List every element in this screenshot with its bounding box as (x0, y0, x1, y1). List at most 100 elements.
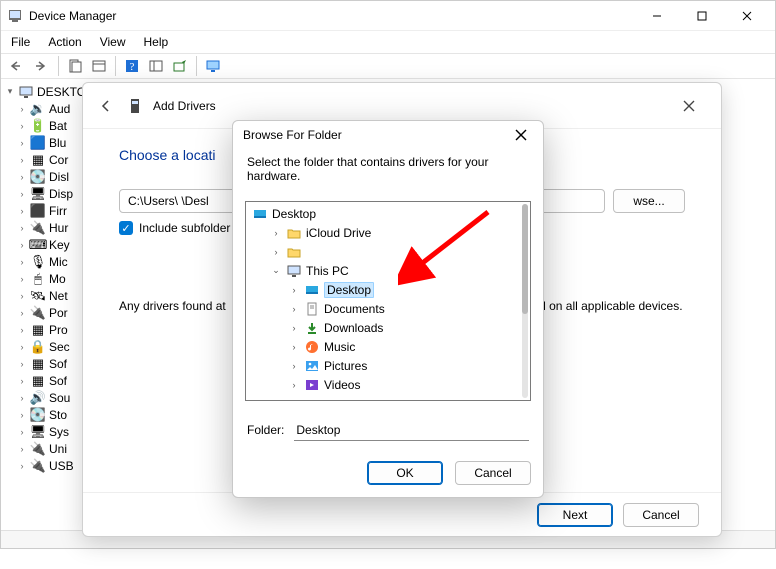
device-tree-item[interactable]: ›⬛Firr (5, 202, 87, 219)
chevron-right-icon[interactable]: › (17, 427, 27, 437)
device-tree-item[interactable]: ›💽Sto (5, 406, 87, 423)
folder-tree-label[interactable]: Music (324, 340, 355, 354)
include-subfolders-checkbox[interactable]: ✓ (119, 221, 133, 235)
wizard-back-button[interactable] (95, 95, 117, 117)
folder-tree-item[interactable]: ⌄ This PC (246, 261, 522, 280)
minimize-button[interactable] (634, 1, 679, 31)
menu-action[interactable]: Action (48, 35, 81, 49)
chevron-right-icon[interactable]: › (288, 380, 300, 390)
device-tree-item[interactable]: ›🔌Uni (5, 440, 87, 457)
scan-hardware-icon[interactable] (169, 55, 191, 77)
folder-tree[interactable]: Desktop ›iCloud Drive›⌄This PC›Desktop›D… (245, 201, 531, 401)
chevron-right-icon[interactable]: › (17, 342, 27, 352)
close-button[interactable] (724, 1, 769, 31)
folder-tree-item[interactable]: › iCloud Drive (246, 223, 522, 242)
browse-button[interactable]: wse... (613, 189, 685, 213)
folder-name-input[interactable] (294, 419, 529, 441)
menu-file[interactable]: File (11, 35, 30, 49)
device-tree-item[interactable]: ›🔊Sou (5, 389, 87, 406)
wizard-close-button[interactable] (669, 91, 709, 121)
chevron-right-icon[interactable]: › (17, 172, 27, 182)
device-tree-item[interactable]: ›🔌Hur (5, 219, 87, 236)
chevron-right-icon[interactable]: › (270, 247, 282, 257)
folder-tree-item[interactable]: › Documents (246, 299, 522, 318)
chevron-right-icon[interactable]: › (270, 228, 282, 238)
chevron-right-icon[interactable]: › (17, 461, 27, 471)
chevron-right-icon[interactable]: › (17, 138, 27, 148)
folder-tree-label[interactable]: Downloads (324, 321, 383, 335)
cancel-button[interactable]: Cancel (623, 503, 699, 527)
chevron-right-icon[interactable]: › (17, 155, 27, 165)
device-tree-item[interactable]: ›▦Cor (5, 151, 87, 168)
chevron-right-icon[interactable]: › (17, 308, 27, 318)
toolbar-icon-2[interactable] (88, 55, 110, 77)
nav-back-icon[interactable] (7, 55, 29, 77)
device-tree-item[interactable]: ›💽Disl (5, 168, 87, 185)
device-tree-item[interactable]: ›🛰Net (5, 287, 87, 304)
device-tree-item[interactable]: ›🔉Aud (5, 100, 87, 117)
folder-tree-item[interactable]: › Music (246, 337, 522, 356)
chevron-right-icon[interactable]: › (17, 359, 27, 369)
chevron-right-icon[interactable]: › (288, 304, 300, 314)
folder-tree-label[interactable]: Documents (324, 302, 385, 316)
chevron-right-icon[interactable]: › (17, 206, 27, 216)
chevron-right-icon[interactable]: › (17, 291, 27, 301)
chevron-right-icon[interactable]: › (17, 240, 27, 250)
next-button[interactable]: Next (537, 503, 613, 527)
monitor-icon[interactable] (202, 55, 224, 77)
chevron-down-icon[interactable]: ⌄ (270, 265, 282, 276)
chevron-right-icon[interactable]: › (17, 121, 27, 131)
device-tree-item[interactable]: ›🖱Mo (5, 270, 87, 287)
device-tree[interactable]: ▾ DESKTO ›🔉Aud›🔋Bat›🟦Blu›▦Cor›💽Disl›🖥Dis… (5, 83, 87, 544)
device-tree-item[interactable]: ›⌨Key (5, 236, 87, 253)
device-tree-item[interactable]: ›🔌Por (5, 304, 87, 321)
folder-tree-label[interactable]: Pictures (324, 359, 367, 373)
device-tree-item[interactable]: ›🔋Bat (5, 117, 87, 134)
browse-close-button[interactable] (509, 123, 533, 147)
tree-root-label[interactable]: DESKTO (37, 85, 86, 99)
folder-desktop-root[interactable]: Desktop (272, 207, 316, 221)
device-tree-item[interactable]: ›🖥Disp (5, 185, 87, 202)
device-tree-item[interactable]: ›🎙Mic (5, 253, 87, 270)
maximize-button[interactable] (679, 1, 724, 31)
chevron-right-icon[interactable]: › (17, 376, 27, 386)
device-tree-item[interactable]: ›🔌USB (5, 457, 87, 474)
folder-tree-label[interactable]: This PC (306, 264, 349, 278)
folder-tree-item[interactable]: › (246, 242, 522, 261)
device-tree-item[interactable]: ›🔒Sec (5, 338, 87, 355)
chevron-right-icon[interactable]: › (17, 257, 27, 267)
device-tree-item[interactable]: ›▦Sof (5, 372, 87, 389)
chevron-right-icon[interactable]: › (288, 342, 300, 352)
chevron-down-icon[interactable]: ▾ (5, 86, 15, 97)
browse-cancel-button[interactable]: Cancel (455, 461, 531, 485)
device-tree-item[interactable]: ›▦Pro (5, 321, 87, 338)
menu-view[interactable]: View (100, 35, 126, 49)
folder-tree-item[interactable]: › Videos (246, 375, 522, 394)
folder-tree-item[interactable]: › Pictures (246, 356, 522, 375)
scrollbar-thumb[interactable] (522, 204, 528, 314)
folder-tree-item[interactable]: › Downloads (246, 318, 522, 337)
ok-button[interactable]: OK (367, 461, 443, 485)
folder-tree-label[interactable]: Desktop (324, 282, 374, 298)
menu-help[interactable]: Help (144, 35, 169, 49)
chevron-right-icon[interactable]: › (288, 323, 300, 333)
folder-tree-label[interactable]: Videos (324, 378, 360, 392)
chevron-right-icon[interactable]: › (17, 223, 27, 233)
toolbar-icon-1[interactable] (64, 55, 86, 77)
chevron-right-icon[interactable]: › (17, 393, 27, 403)
device-tree-item[interactable]: ›🟦Blu (5, 134, 87, 151)
chevron-right-icon[interactable]: › (17, 189, 27, 199)
help-icon[interactable]: ? (121, 55, 143, 77)
nav-forward-icon[interactable] (31, 55, 53, 77)
chevron-right-icon[interactable]: › (288, 361, 300, 371)
folder-tree-item[interactable]: ›Desktop (246, 280, 522, 299)
chevron-right-icon[interactable]: › (17, 325, 27, 335)
toolbar-icon-3[interactable] (145, 55, 167, 77)
chevron-right-icon[interactable]: › (17, 104, 27, 114)
device-tree-item[interactable]: ›▦Sof (5, 355, 87, 372)
device-tree-item[interactable]: ›🖥Sys (5, 423, 87, 440)
chevron-right-icon[interactable]: › (17, 274, 27, 284)
chevron-right-icon[interactable]: › (17, 410, 27, 420)
chevron-right-icon[interactable]: › (17, 444, 27, 454)
folder-tree-label[interactable]: iCloud Drive (306, 226, 371, 240)
